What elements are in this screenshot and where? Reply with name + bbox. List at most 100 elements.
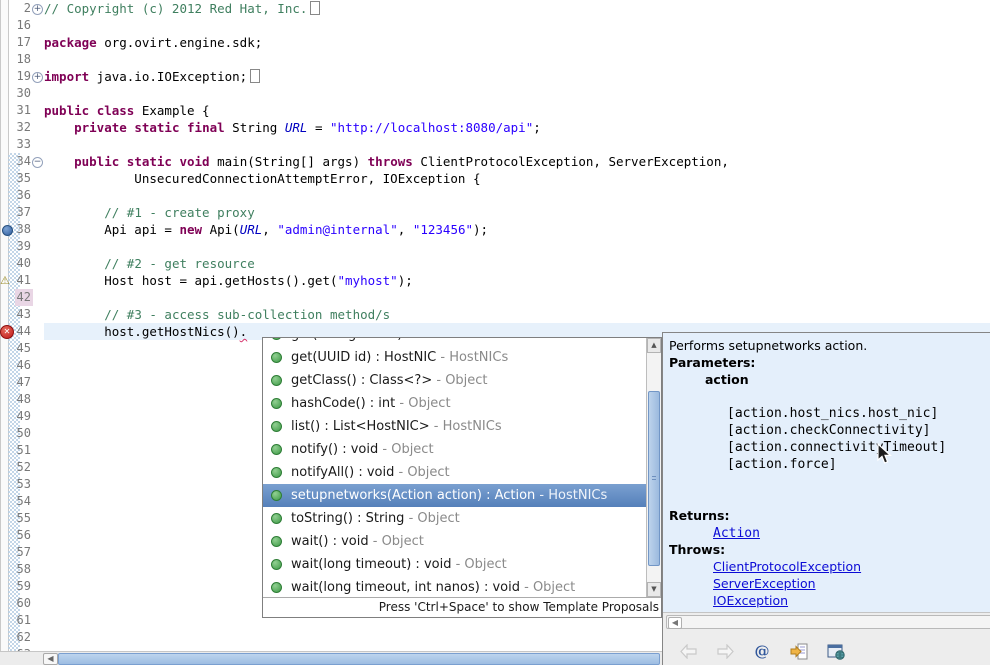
code-line[interactable]: public class Example {	[44, 102, 990, 119]
gutter-row[interactable]: 37	[0, 204, 44, 221]
horizontal-scrollbar-thumb[interactable]	[58, 653, 660, 665]
fold-collapse-icon[interactable]: −	[32, 157, 43, 168]
returns-type-link[interactable]: Action	[713, 526, 760, 541]
proposal-item[interactable]: list() : List<HostNIC> - HostNICs	[263, 415, 661, 438]
code-line[interactable]: // #2 - get resource	[44, 255, 990, 272]
code-line[interactable]: // #1 - create proxy	[44, 204, 990, 221]
gutter-row[interactable]: 45	[0, 340, 44, 357]
javadoc-parameter-name: action	[669, 371, 990, 388]
fold-expand-icon[interactable]: +	[32, 4, 43, 15]
error-icon[interactable]: ✕	[0, 325, 14, 339]
gutter-row[interactable]: 38	[0, 221, 44, 238]
gutter-row[interactable]: 60	[0, 595, 44, 612]
code-line[interactable]	[44, 17, 990, 34]
gutter-row[interactable]: 61	[0, 612, 44, 629]
gutter-row[interactable]: 18	[0, 51, 44, 68]
gutter-row[interactable]: 50	[0, 425, 44, 442]
back-icon[interactable]	[679, 642, 697, 660]
gutter-row[interactable]: ✕44	[0, 323, 44, 340]
proposal-item[interactable]: setupnetworks(Action action) : Action - …	[263, 484, 661, 507]
gutter-row[interactable]: 33	[0, 136, 44, 153]
line-number: 47	[17, 374, 31, 391]
gutter-row[interactable]: 53	[0, 476, 44, 493]
gutter-row[interactable]: 46	[0, 357, 44, 374]
scroll-left-icon[interactable]: ◀	[668, 617, 682, 629]
gutter-row[interactable]: 57	[0, 544, 44, 561]
proposal-item[interactable]: get(UUID id) : HostNIC - HostNICs	[263, 346, 661, 369]
gutter-row[interactable]: 54	[0, 493, 44, 510]
show-in-javadoc-view-icon[interactable]	[790, 642, 808, 660]
scroll-down-icon[interactable]: ▼	[647, 582, 661, 597]
code-line[interactable]: // Copyright (c) 2012 Red Hat, Inc.	[44, 0, 990, 17]
proposal-item[interactable]: getClass() : Class<?> - Object	[263, 369, 661, 392]
code-line[interactable]	[44, 238, 990, 255]
proposal-item[interactable]: hashCode() : int - Object	[263, 392, 661, 415]
code-line[interactable]: public static void main(String[] args) t…	[44, 153, 990, 170]
javadoc-horizontal-scrollbar[interactable]: ◀	[666, 615, 990, 629]
gutter-row[interactable]: 58	[0, 561, 44, 578]
proposal-item[interactable]: wait() : void - Object	[263, 530, 661, 553]
exception-link[interactable]: ClientProtocolException	[713, 559, 861, 574]
proposal-item[interactable]: toString() : String - Object	[263, 507, 661, 530]
vertical-scrollbar-thumb[interactable]	[648, 391, 660, 566]
code-line[interactable]: Host host = api.getHosts().get("myhost")…	[44, 272, 990, 289]
javadoc-hover-panel: Performs setupnetworks action. Parameter…	[662, 332, 990, 665]
gutter-row[interactable]: 2+	[0, 0, 44, 17]
gutter-row[interactable]: 19+	[0, 68, 44, 85]
warning-icon[interactable]: ⚠	[0, 274, 10, 287]
code-line[interactable]: Api api = new Api(URL, "admin@internal",…	[44, 221, 990, 238]
gutter-row[interactable]: 39	[0, 238, 44, 255]
code-line[interactable]: import java.io.IOException;	[44, 68, 990, 85]
gutter-row[interactable]: 51	[0, 442, 44, 459]
collapsed-region-icon[interactable]	[250, 69, 260, 83]
gutter-row[interactable]: 42	[0, 289, 44, 306]
code-line[interactable]	[44, 187, 990, 204]
exception-link[interactable]: IOException	[713, 593, 788, 608]
gutter-row[interactable]: 49	[0, 408, 44, 425]
gutter-row[interactable]: 47	[0, 374, 44, 391]
proposal-item-clipped[interactable]: get(String name) : HostNIC - HostNICs	[263, 338, 661, 346]
gutter-row[interactable]: 32	[0, 119, 44, 136]
gutter-row[interactable]: 56	[0, 527, 44, 544]
gutter-row[interactable]: 52	[0, 459, 44, 476]
breakpoint-icon[interactable]	[2, 225, 13, 236]
code-line[interactable]	[44, 51, 990, 68]
proposal-item[interactable]: notify() : void - Object	[263, 438, 661, 461]
gutter-row[interactable]: ⚠41	[0, 272, 44, 289]
code-line[interactable]	[44, 289, 990, 306]
editor-gutter[interactable]: 2+16171819+3031323334−353637383940⚠41424…	[0, 0, 44, 652]
gutter-row[interactable]: 17	[0, 34, 44, 51]
scroll-up-icon[interactable]: ▲	[647, 338, 661, 353]
gutter-row[interactable]: 36	[0, 187, 44, 204]
gutter-row[interactable]: 16	[0, 17, 44, 34]
fold-expand-icon[interactable]: +	[32, 72, 43, 83]
gutter-row[interactable]: 34−	[0, 153, 44, 170]
exception-link[interactable]: ServerException	[713, 576, 816, 591]
code-line[interactable]	[44, 136, 990, 153]
gutter-row[interactable]: 43	[0, 306, 44, 323]
code-line[interactable]: package org.ovirt.engine.sdk;	[44, 34, 990, 51]
gutter-row[interactable]: 55	[0, 510, 44, 527]
collapsed-region-icon[interactable]	[310, 1, 320, 15]
gutter-row[interactable]: 48	[0, 391, 44, 408]
scroll-left-icon[interactable]: ◀	[43, 653, 58, 665]
code-line[interactable]: private static final String URL = "http:…	[44, 119, 990, 136]
gutter-row[interactable]: 62	[0, 629, 44, 646]
gutter-row[interactable]: 59	[0, 578, 44, 595]
assist-vertical-scrollbar[interactable]: ▲ ▼	[646, 338, 661, 597]
at-mention-icon[interactable]: @	[753, 642, 771, 660]
gutter-row[interactable]: 40	[0, 255, 44, 272]
proposal-item[interactable]: get(String name) : HostNIC - HostNICs	[263, 338, 661, 346]
forward-icon[interactable]	[716, 642, 734, 660]
code-line[interactable]	[44, 85, 990, 102]
gutter-row[interactable]: 35	[0, 170, 44, 187]
proposal-item[interactable]: notifyAll() : void - Object	[263, 461, 661, 484]
code-line[interactable]: UnsecuredConnectionAttemptError, IOExcep…	[44, 170, 990, 187]
proposal-list[interactable]: get(String name) : HostNIC - HostNICs ge…	[263, 338, 661, 597]
gutter-row[interactable]: 30	[0, 85, 44, 102]
open-in-browser-icon[interactable]	[827, 642, 845, 660]
proposal-item[interactable]: wait(long timeout, int nanos) : void - O…	[263, 576, 661, 597]
proposal-item[interactable]: wait(long timeout) : void - Object	[263, 553, 661, 576]
gutter-row[interactable]: 31	[0, 102, 44, 119]
code-line[interactable]: // #3 - access sub-collection method/s	[44, 306, 990, 323]
